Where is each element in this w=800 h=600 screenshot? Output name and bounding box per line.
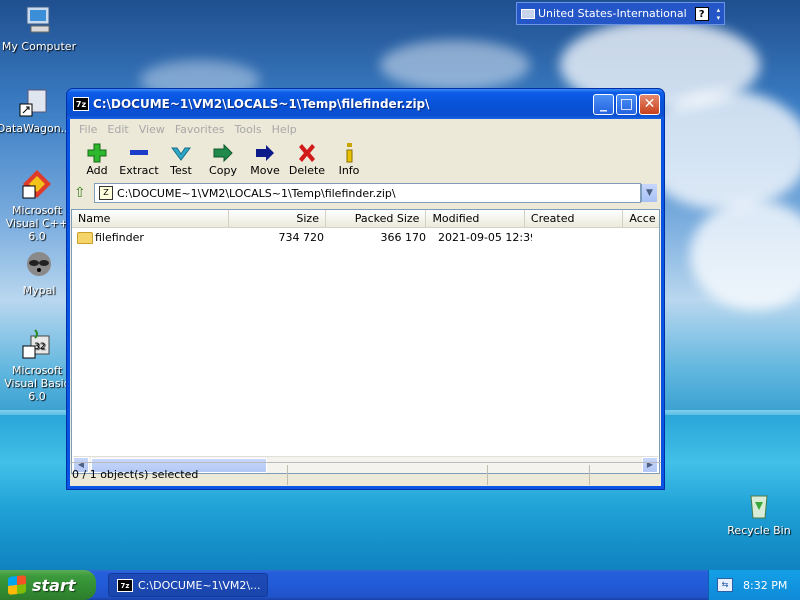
test-label: Test [170,164,192,177]
close-icon: ✕ [643,95,656,112]
column-name[interactable]: Name [72,210,230,227]
menu-edit[interactable]: Edit [102,123,133,136]
zip-icon: Z [99,186,113,200]
check-icon [160,142,202,164]
copy-label: Copy [209,164,237,177]
status-cell-2 [288,464,488,485]
language-bar-options-icon[interactable]: ▴ ▾ [717,6,721,22]
column-created[interactable]: Created [525,210,624,227]
test-button[interactable]: Test [160,142,202,177]
up-folder-icon[interactable]: ⇧ [74,184,94,202]
desktop-icon-visual-cpp[interactable]: Microsoft Visual C++ 6.0 [0,168,75,243]
desktop-icon-recycle-bin[interactable]: Recycle Bin [721,488,797,537]
file-list[interactable]: Name Size Packed Size Modified Created A… [71,209,660,474]
language-label[interactable]: United States-International [538,7,687,20]
minus-icon [118,142,160,164]
visual-basic-icon: 32 [21,328,53,360]
windows-logo-icon [8,575,26,595]
move-button[interactable]: Move [244,142,286,177]
column-header: Name Size Packed Size Modified Created A… [72,210,659,228]
desktop-icon-datawagon[interactable]: DataWagon... [0,86,72,135]
address-text: C:\DOCUME~1\VM2\LOCALS~1\Temp\filefinder… [117,186,396,200]
window-body: File Edit View Favorites Tools Help Add … [70,119,661,486]
desktop-icon-my-computer[interactable]: My Computer [1,4,77,53]
desktop-icon-visual-basic[interactable]: 32 Microsoft Visual Basic 6.0 [0,328,75,403]
file-manager-window: 7z C:\DOCUME~1\VM2\LOCALS~1\Temp\filefin… [66,88,665,490]
status-text: 0 / 1 object(s) selected [70,464,288,485]
row-packed-size: 366 170 [380,230,427,244]
add-button[interactable]: Add [76,142,118,177]
extract-label: Extract [119,164,159,177]
desktop-icon-label: Microsoft Visual Basic 6.0 [4,364,70,403]
help-icon[interactable]: ? [694,6,709,21]
toolbar: Add Extract Test Copy Move Delete Info [70,139,661,181]
row-modified: 2021-09-05 12:39 [438,230,532,244]
keyboard-icon [521,8,535,19]
menu-view[interactable]: View [134,123,170,136]
column-accessed[interactable]: Acce [623,210,659,227]
move-arrow-icon [244,142,286,164]
shortcut-icon [18,86,50,118]
maximize-icon: □ [619,95,634,112]
column-modified[interactable]: Modified [426,210,525,227]
desktop-icon-label: DataWagon... [0,122,72,135]
info-button[interactable]: Info [328,142,370,177]
minimize-icon: _ [600,95,607,112]
add-label: Add [86,164,108,177]
desktop-icon-label: Recycle Bin [727,524,791,537]
taskbar-window-label: C:\DOCUME~1\VM2\... [138,578,261,592]
menu-bar: File Edit View Favorites Tools Help [70,119,661,139]
info-icon [328,142,370,164]
address-bar: ⇧ Z C:\DOCUME~1\VM2\LOCALS~1\Temp\filefi… [70,181,661,205]
x-icon [286,142,328,164]
recycle-bin-icon [743,488,775,520]
status-cell-3 [488,464,590,485]
folder-icon [77,231,93,244]
column-size[interactable]: Size [229,210,326,227]
menu-tools[interactable]: Tools [230,123,267,136]
status-cell-4 [590,465,661,485]
start-button[interactable]: start [0,570,96,600]
network-icon[interactable]: ⇆ [717,578,733,592]
address-field[interactable]: Z C:\DOCUME~1\VM2\LOCALS~1\Temp\filefind… [94,183,641,203]
row-name: filefinder [95,230,144,244]
extract-button[interactable]: Extract [118,142,160,177]
desktop-icon-label: Microsoft Visual C++ 6.0 [5,204,69,243]
row-name-cell: filefinder [72,231,232,244]
copy-button[interactable]: Copy [202,142,244,177]
menu-favorites[interactable]: Favorites [170,123,230,136]
app-icon: 7z [73,97,89,111]
menu-file[interactable]: File [74,123,102,136]
language-bar[interactable]: United States-International ? ▴ ▾ [516,2,725,25]
row-size: 734 720 [278,230,325,244]
svg-text:32: 32 [34,342,45,352]
raccoon-icon [23,248,55,280]
close-button[interactable]: ✕ [639,93,660,115]
status-bar: 0 / 1 object(s) selected [70,462,661,486]
window-title: C:\DOCUME~1\VM2\LOCALS~1\Temp\filefinder… [93,97,430,111]
title-bar[interactable]: 7z C:\DOCUME~1\VM2\LOCALS~1\Temp\filefin… [67,89,664,119]
delete-button[interactable]: Delete [286,142,328,177]
column-packed-size[interactable]: Packed Size [326,210,427,227]
app-icon: 7z [117,578,133,592]
address-dropdown-button[interactable]: ▼ [641,184,657,202]
minimize-button[interactable]: _ [593,93,614,115]
system-tray: ⇆ 8:32 PM [708,570,800,600]
move-label: Move [250,164,280,177]
delete-label: Delete [288,164,326,177]
computer-icon [23,4,55,36]
maximize-button[interactable]: □ [616,93,637,115]
desktop-icon-label: My Computer [1,40,77,53]
menu-help[interactable]: Help [267,123,302,136]
taskbar: start 7z C:\DOCUME~1\VM2\... ⇆ 8:32 PM [0,570,800,600]
info-label: Info [338,164,360,177]
clock[interactable]: 8:32 PM [743,579,787,592]
visual-cpp-icon [21,168,53,200]
table-row[interactable]: filefinder 734 720 366 170 2021-09-05 12… [72,228,659,246]
start-label: start [32,575,76,595]
copy-arrow-icon [202,142,244,164]
taskbar-window-button[interactable]: 7z C:\DOCUME~1\VM2\... [108,573,268,597]
plus-icon [76,142,118,164]
